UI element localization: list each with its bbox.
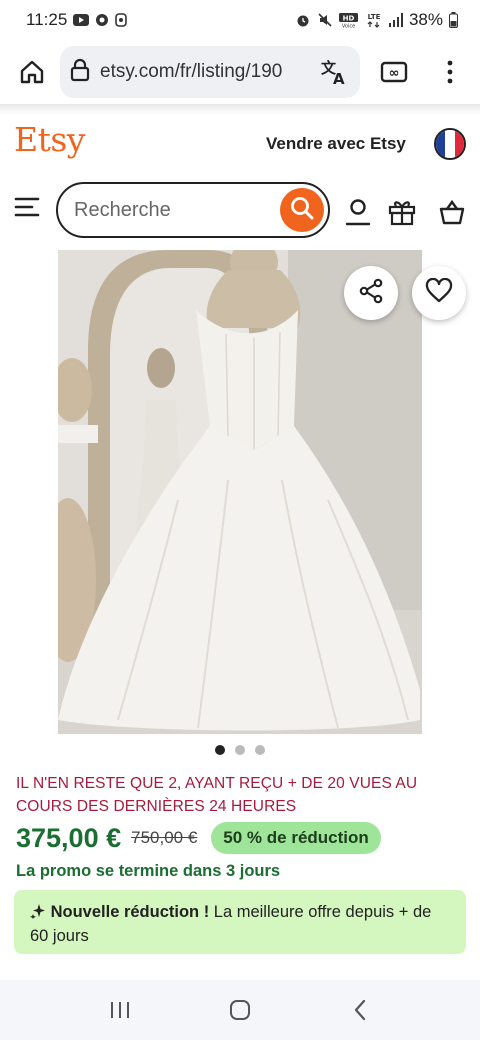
battery-percent: 38% xyxy=(408,10,443,29)
alarm-icon xyxy=(295,12,311,28)
search-icon xyxy=(289,195,315,226)
account-icon[interactable] xyxy=(344,198,372,226)
original-price: 750,00 € xyxy=(131,828,198,847)
gift-icon[interactable] xyxy=(388,198,416,226)
svg-text:Voice: Voice xyxy=(342,24,355,29)
svg-text:A: A xyxy=(333,70,345,86)
carousel-dot[interactable] xyxy=(255,745,265,755)
lte-icon: LTE xyxy=(365,12,383,28)
back-icon[interactable] xyxy=(340,990,380,1030)
flag-france-icon[interactable] xyxy=(434,128,466,160)
svg-text:∞: ∞ xyxy=(389,66,400,81)
tabs-icon[interactable]: ∞ xyxy=(372,50,416,94)
svg-text:HD: HD xyxy=(343,15,355,23)
sparkle-icon xyxy=(30,903,51,921)
youtube-icon xyxy=(73,14,90,26)
toolbar-shadow xyxy=(0,104,480,114)
mute-icon xyxy=(317,12,333,28)
price-row: 375,00 € 750,00 € 50 % de réduction xyxy=(16,820,381,856)
new-discount-title: Nouvelle réduction ! xyxy=(50,903,210,921)
wedding-dress-photo xyxy=(58,250,422,734)
translate-icon[interactable]: 文A xyxy=(320,58,348,91)
current-price: 375,00 € xyxy=(16,822,122,853)
search-button[interactable] xyxy=(280,188,324,232)
status-time: 11:25 xyxy=(26,10,68,29)
svg-text:LTE: LTE xyxy=(368,13,381,21)
aperture-icon xyxy=(95,13,109,27)
heart-icon xyxy=(425,277,453,309)
system-nav-bar xyxy=(0,980,480,1040)
cart-icon[interactable] xyxy=(438,198,466,226)
product-image[interactable] xyxy=(58,250,422,734)
carousel-dots xyxy=(0,745,480,755)
status-bar: 11:25 HD Voice LTE 38% xyxy=(0,0,480,40)
shield-icon xyxy=(115,13,128,27)
search-input[interactable] xyxy=(74,198,274,222)
recents-icon[interactable] xyxy=(100,990,140,1030)
battery-icon xyxy=(449,12,458,28)
site-header: Etsy Vendre avec Etsy xyxy=(0,114,480,250)
hd-voice-icon: HD Voice xyxy=(338,12,359,29)
search-field[interactable] xyxy=(56,182,330,238)
carousel-dot[interactable] xyxy=(215,745,225,755)
url-bar[interactable]: etsy.com/fr/listing/190 文A xyxy=(60,46,360,98)
sell-with-etsy-link[interactable]: Vendre avec Etsy xyxy=(266,134,406,154)
favorite-button[interactable] xyxy=(412,266,466,320)
menu-icon[interactable] xyxy=(14,196,42,220)
signal-icon xyxy=(388,13,403,27)
new-discount-banner: Nouvelle réduction ! La meilleure offre … xyxy=(14,890,466,954)
more-vert-icon[interactable] xyxy=(432,50,468,94)
url-text[interactable]: etsy.com/fr/listing/190 xyxy=(100,61,296,83)
stock-notice: IL N'EN RESTE QUE 2, AYANT REÇU + DE 20 … xyxy=(16,775,418,815)
home-nav-icon[interactable] xyxy=(220,990,260,1030)
carousel-dot[interactable] xyxy=(235,745,245,755)
discount-badge: 50 % de réduction xyxy=(211,822,381,854)
home-icon[interactable] xyxy=(10,50,54,94)
share-icon xyxy=(358,278,384,309)
share-button[interactable] xyxy=(344,266,398,320)
promo-end-text: La promo se termine dans 3 jours xyxy=(16,862,281,880)
etsy-logo[interactable]: Etsy xyxy=(14,120,85,159)
browser-toolbar: etsy.com/fr/listing/190 文A ∞ xyxy=(0,40,480,104)
lock-icon[interactable] xyxy=(70,58,90,87)
